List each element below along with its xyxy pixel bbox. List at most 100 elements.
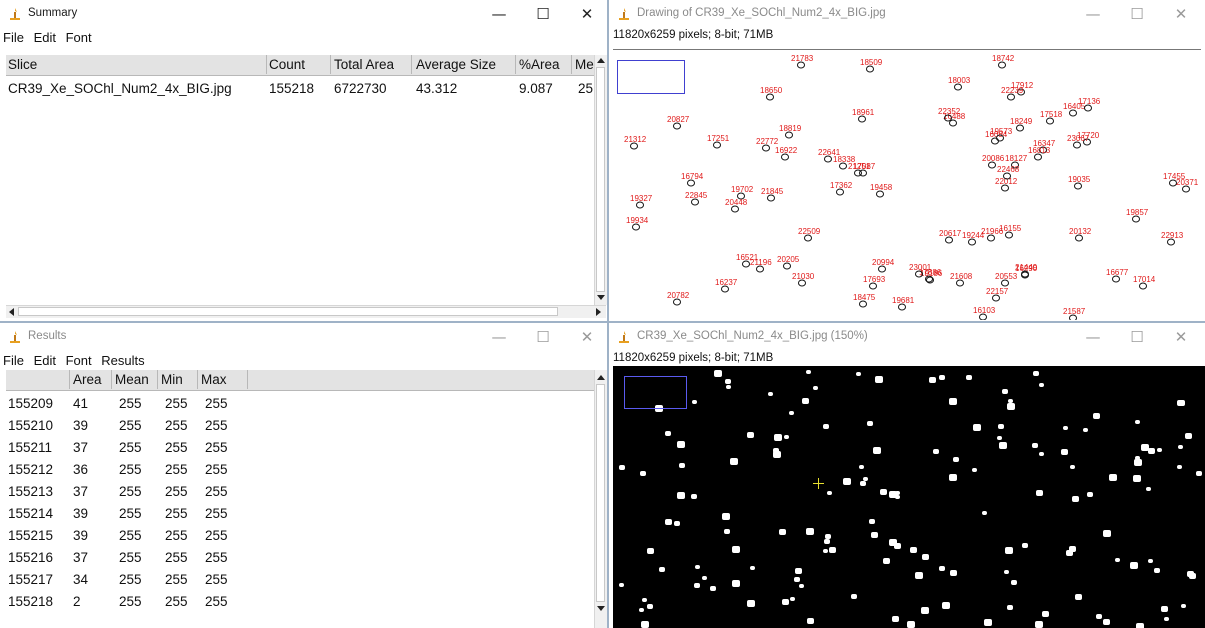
roi-rectangle[interactable] — [617, 60, 685, 94]
table-row[interactable]: 155216 37 255 255 255 — [6, 548, 594, 568]
cell-total-area: 6722730 — [334, 81, 387, 96]
col-header-average-size[interactable]: Average Size — [416, 55, 516, 74]
particle-blob — [939, 566, 945, 571]
cell-min: 255 — [165, 440, 188, 455]
particle-blob — [1196, 471, 1202, 476]
drawing-image[interactable]: 1609416103161551623716290163471640516488… — [613, 50, 1201, 320]
cell-mean: 255 — [119, 462, 142, 477]
scroll-right-arrow-icon[interactable] — [596, 308, 601, 316]
minimize-button[interactable]: — — [477, 0, 521, 28]
particle-blob — [1136, 623, 1144, 628]
particle-blob — [647, 604, 653, 609]
col-header-area[interactable]: Area — [73, 370, 112, 389]
particle-blob — [863, 477, 868, 481]
table-row[interactable]: 155212 36 255 255 255 — [6, 460, 594, 480]
scroll-up-arrow-icon[interactable] — [597, 375, 605, 380]
col-header-max[interactable]: Max — [201, 370, 248, 389]
particle-blob — [950, 570, 957, 576]
maximize-button[interactable]: ☐ — [1115, 0, 1159, 28]
col-header-index[interactable] — [6, 370, 70, 389]
scroll-up-arrow-icon[interactable] — [597, 58, 605, 63]
col-header-area-percent[interactable]: %Area — [519, 55, 572, 74]
particle-blob — [1177, 465, 1182, 469]
particle-blob — [1134, 459, 1142, 466]
table-row[interactable]: 155215 39 255 255 255 — [6, 526, 594, 546]
results-titlebar[interactable]: Results — ☐ ✕ — [0, 323, 607, 351]
scroll-left-arrow-icon[interactable] — [9, 308, 14, 316]
col-header-count[interactable]: Count — [269, 55, 331, 74]
particle-blob — [825, 534, 831, 539]
particle-blob — [1075, 594, 1082, 600]
particle-blob — [1022, 543, 1028, 548]
vertical-scrollbar[interactable] — [594, 55, 607, 305]
cell-area: 39 — [73, 418, 89, 433]
menu-edit[interactable]: Edit — [34, 351, 56, 370]
drawing-titlebar[interactable]: Drawing of CR39_Xe_SOChl_Num2_4x_BIG.jpg… — [609, 0, 1205, 28]
cell-mean: 255 — [119, 572, 142, 587]
results-title: Results — [28, 330, 67, 342]
particle-blob — [1096, 614, 1102, 619]
close-button[interactable]: ✕ — [1159, 323, 1203, 351]
cell-mean: 255 — [119, 484, 142, 499]
particle-blob — [867, 421, 873, 426]
particle-blob — [1005, 547, 1013, 554]
scroll-down-arrow-icon[interactable] — [597, 295, 605, 300]
menu-file[interactable]: File — [3, 351, 24, 370]
menu-file[interactable]: File — [3, 28, 24, 47]
table-row[interactable]: CR39_Xe_SOChl_Num2_4x_BIG.jpg 155218 672… — [6, 79, 594, 99]
table-row[interactable]: 155218 2 255 255 255 — [6, 592, 594, 612]
particle-blob — [873, 447, 881, 454]
particle-blob — [790, 597, 795, 601]
col-header-min[interactable]: Min — [161, 370, 198, 389]
minimize-button[interactable]: — — [1071, 0, 1115, 28]
roi-rectangle[interactable] — [624, 376, 687, 409]
table-row[interactable]: 155211 37 255 255 255 — [6, 438, 594, 458]
maximize-button[interactable]: ☐ — [1115, 323, 1159, 351]
minimize-button[interactable]: — — [477, 323, 521, 351]
particle-blob — [859, 465, 864, 469]
table-row[interactable]: 155209 41 255 255 255 — [6, 394, 594, 414]
menu-font[interactable]: Font — [66, 351, 92, 370]
particle-blob — [1133, 475, 1141, 482]
cell-min: 255 — [165, 594, 188, 609]
binary-image[interactable] — [613, 366, 1205, 628]
particle-blob — [939, 375, 945, 380]
col-header-total-area[interactable]: Total Area — [334, 55, 412, 74]
scroll-down-arrow-icon[interactable] — [597, 606, 605, 611]
close-button[interactable]: ✕ — [1159, 0, 1203, 28]
particle-blob — [747, 600, 755, 607]
scroll-thumb[interactable] — [596, 384, 605, 602]
minimize-button[interactable]: — — [1071, 323, 1115, 351]
scroll-thumb[interactable] — [596, 67, 605, 292]
binary-canvas[interactable] — [613, 366, 1205, 628]
particle-blob — [949, 398, 957, 405]
particle-blob — [910, 547, 917, 553]
vertical-scrollbar[interactable] — [594, 370, 607, 628]
drawing-canvas[interactable]: 16094 16103 16155 16237 16290 16347 16405 16488… — [613, 49, 1201, 320]
cell-area: 39 — [73, 506, 89, 521]
cell-min: 255 — [165, 528, 188, 543]
menu-font[interactable]: Font — [66, 28, 92, 47]
maximize-button[interactable]: ☐ — [521, 323, 565, 351]
maximize-button[interactable]: ☐ — [521, 0, 565, 28]
col-header-mean[interactable]: Mean — [115, 370, 158, 389]
table-row[interactable]: 155213 37 255 255 255 — [6, 482, 594, 502]
cell-max: 255 — [205, 418, 228, 433]
binary-titlebar[interactable]: CR39_Xe_SOChl_Num2_4x_BIG.jpg (150%) — ☐… — [609, 323, 1205, 351]
cell-index: 155218 — [8, 594, 54, 609]
col-header-slice[interactable]: Slice — [8, 55, 267, 74]
col-header-mean[interactable]: Me — [575, 55, 594, 74]
table-row[interactable]: 155210 39 255 255 255 — [6, 416, 594, 436]
particle-blob — [730, 458, 738, 465]
table-row[interactable]: 155214 39 255 255 255 — [6, 504, 594, 524]
horizontal-scrollbar[interactable] — [6, 305, 606, 318]
cell-index: 155216 — [8, 550, 54, 565]
summary-titlebar[interactable]: Summary — ☐ ✕ — [0, 0, 607, 28]
menu-results[interactable]: Results — [101, 351, 144, 370]
table-row[interactable]: 155217 34 255 255 255 — [6, 570, 594, 590]
scroll-thumb[interactable] — [18, 307, 558, 316]
close-button[interactable]: ✕ — [565, 323, 607, 351]
close-button[interactable]: ✕ — [565, 0, 607, 28]
particle-blob — [774, 434, 782, 441]
menu-edit[interactable]: Edit — [34, 28, 56, 47]
